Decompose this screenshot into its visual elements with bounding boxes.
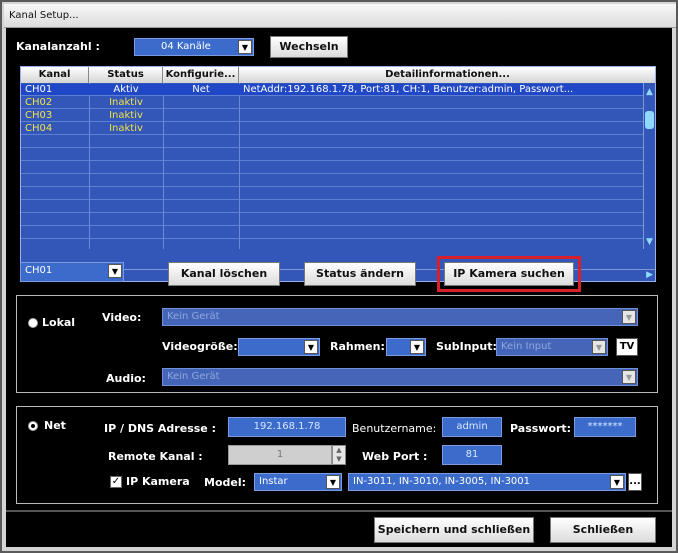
cell-config: Net [192, 84, 210, 95]
chevron-down-icon: ▼ [410, 340, 424, 354]
video-label: Video: [102, 311, 142, 324]
cell-kanal: CH04 [25, 123, 53, 134]
save-and-close-button[interactable]: Speichern und schließen [374, 517, 534, 543]
vertical-scrollbar[interactable]: ▲ ▼ [643, 83, 655, 249]
chevron-down-icon: ▼ [238, 40, 252, 54]
table-row[interactable]: CH02 Inaktiv [21, 97, 645, 109]
empty-row [21, 188, 645, 200]
web-port-label: Web Port : [362, 450, 428, 463]
model-select[interactable]: Instar ▼ [254, 473, 342, 491]
cell-status: Aktiv [113, 84, 139, 95]
remote-channel-label: Remote Kanal : [108, 450, 203, 463]
empty-row [21, 201, 645, 213]
empty-row [21, 214, 645, 226]
tv-button[interactable]: TV [616, 338, 638, 356]
cell-details: NetAddr:192.168.1.78, Port:81, CH:1, Ben… [243, 84, 574, 95]
subinput-select[interactable]: Kein Input ▼ [496, 338, 608, 356]
video-select-value: Kein Gerät [167, 311, 220, 322]
chevron-down-icon: ▼ [326, 475, 340, 489]
username-input[interactable]: admin [442, 417, 502, 437]
cell-kanal: CH03 [25, 110, 53, 121]
table-row[interactable]: CH03 Inaktiv [21, 110, 645, 122]
cell-kanal: CH02 [25, 97, 53, 108]
cell-status: Inaktiv [109, 97, 143, 108]
frame-label: Rahmen: [330, 340, 385, 353]
column-header-details[interactable]: Detailinformationen... [239, 67, 655, 83]
model-select-value: Instar [259, 476, 288, 487]
ip-camera-label: IP Kamera [126, 475, 190, 488]
ip-address-input[interactable]: 192.168.1.78 [228, 417, 346, 437]
dialog-body: Kanalanzahl : 04 Kanäle ▼ Wechseln Kanal… [6, 28, 672, 547]
audio-select[interactable]: Kein Gerät ▼ [162, 368, 638, 386]
channel-table: Kanal Status Konfigurie... Detailinforma… [20, 66, 656, 282]
audio-label: Audio: [106, 372, 146, 385]
search-ip-camera-button[interactable]: IP Kamera suchen [444, 262, 574, 286]
model-list-value: IN-3011, IN-3010, IN-3005, IN-3001 [353, 476, 531, 487]
password-label: Passwort: [510, 422, 572, 435]
model-label: Model: [204, 476, 247, 489]
net-radio[interactable] [28, 421, 38, 431]
video-select[interactable]: Kein Gerät ▼ [162, 308, 638, 326]
video-size-select[interactable]: ▼ [238, 338, 320, 356]
ip-address-label: IP / DNS Adresse : [104, 422, 216, 435]
scroll-up-icon[interactable]: ▲ [646, 87, 653, 97]
table-header: Kanal Status Konfigurie... Detailinforma… [21, 67, 655, 83]
table-row[interactable]: CH04 Inaktiv [21, 123, 645, 135]
subinput-select-value: Kein Input [501, 341, 552, 352]
username-label: Benutzername: [352, 422, 437, 435]
local-radio[interactable] [28, 318, 38, 328]
cell-status: Inaktiv [109, 123, 143, 134]
change-status-button[interactable]: Status ändern [304, 262, 416, 286]
scroll-thumb[interactable] [645, 111, 654, 129]
web-port-input[interactable]: 81 [442, 445, 502, 465]
channel-count-select[interactable]: 04 Kanäle ▼ [134, 38, 254, 56]
subinput-label: SubInput: [436, 340, 497, 353]
empty-row [21, 227, 645, 239]
window-title: Kanal Setup... [4, 4, 676, 28]
chevron-down-icon: ▼ [622, 310, 636, 324]
password-input[interactable]: ******* [574, 417, 636, 437]
chevron-down-icon: ▼ [304, 340, 318, 354]
channel-count-label: Kanalanzahl : [16, 40, 100, 53]
chevron-down-icon: ▼ [622, 370, 636, 384]
chevron-down-icon: ▼ [610, 475, 624, 489]
empty-row [21, 175, 645, 187]
ip-camera-checkbox[interactable]: ✓ [110, 476, 122, 488]
net-radio-label: Net [44, 419, 66, 432]
frame-select[interactable]: ▼ [386, 338, 426, 356]
column-header-config[interactable]: Konfigurie... [163, 67, 239, 83]
cell-status: Inaktiv [109, 110, 143, 121]
delete-channel-button[interactable]: Kanal löschen [168, 262, 280, 286]
empty-row [21, 136, 645, 148]
local-radio-label: Lokal [42, 316, 76, 329]
column-header-kanal[interactable]: Kanal [21, 67, 89, 83]
channel-select[interactable]: CH01 ▼ [20, 262, 124, 282]
column-header-status[interactable]: Status [89, 67, 163, 83]
scroll-down-icon[interactable]: ▼ [646, 237, 653, 247]
remote-channel-spinner[interactable]: ▲ ▼ [332, 445, 346, 465]
video-size-label: Videogröße: [162, 340, 238, 353]
remote-channel-input[interactable]: 1 [228, 445, 332, 465]
footer-divider [6, 510, 672, 512]
channel-select-value: CH01 [25, 265, 53, 276]
empty-row [21, 149, 645, 161]
chevron-down-icon: ▼ [108, 264, 122, 278]
channel-count-value: 04 Kanäle [161, 41, 211, 52]
cell-kanal: CH01 [25, 84, 53, 95]
more-button[interactable]: ... [628, 473, 642, 491]
scroll-right-icon[interactable]: ▶ [646, 270, 653, 280]
audio-select-value: Kein Gerät [167, 371, 220, 382]
empty-row [21, 162, 645, 174]
change-button[interactable]: Wechseln [270, 36, 348, 58]
table-row[interactable]: CH01 Aktiv Net NetAddr:192.168.1.78, Por… [21, 84, 645, 96]
chevron-down-icon: ▼ [592, 340, 606, 354]
model-list-select[interactable]: IN-3011, IN-3010, IN-3005, IN-3001 ▼ [348, 473, 626, 491]
close-button[interactable]: Schließen [550, 517, 656, 543]
